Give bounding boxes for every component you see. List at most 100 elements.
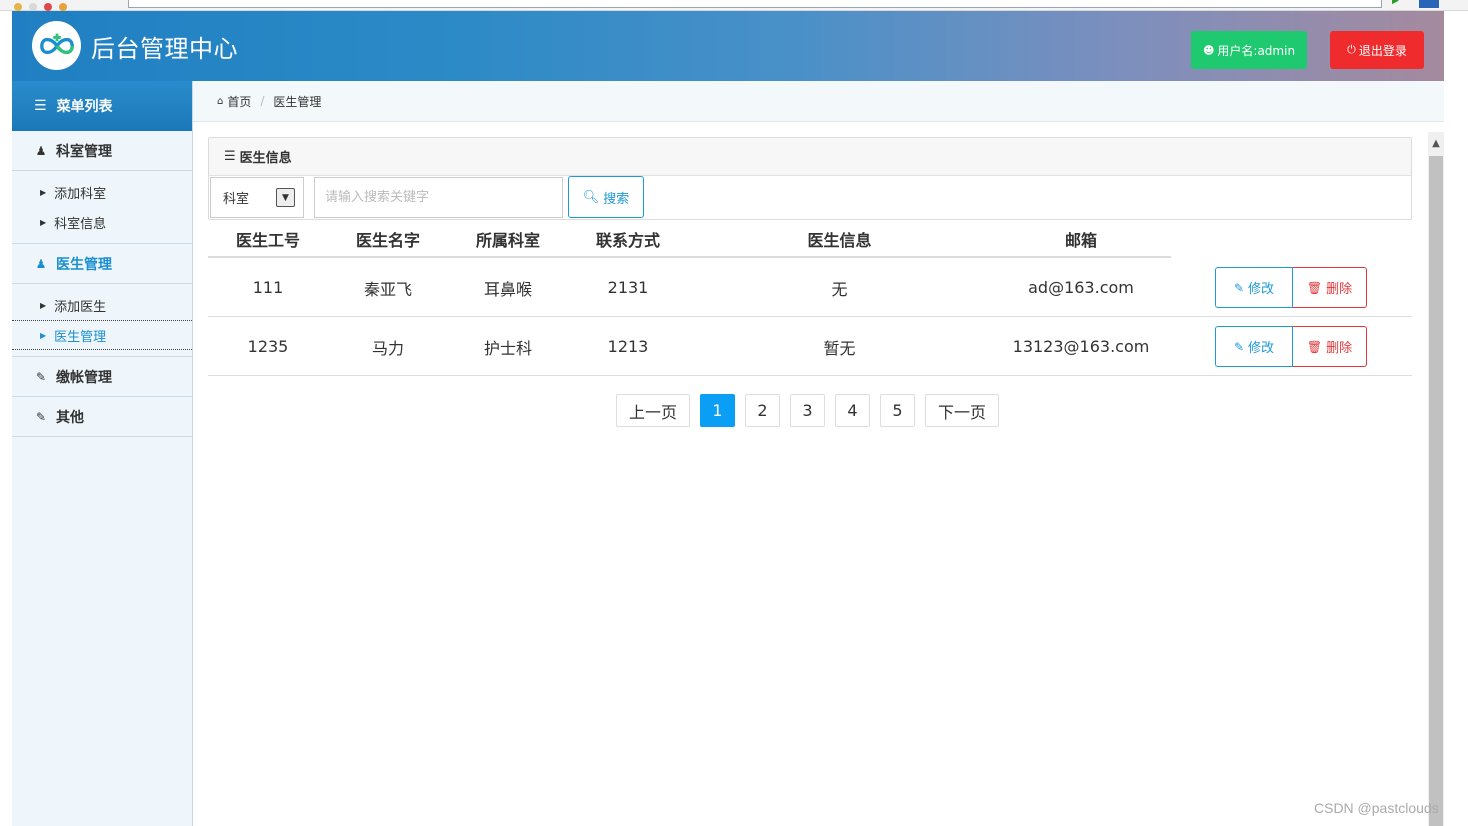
- column-header-department: 所属科室: [475, 231, 540, 250]
- pagination: 上一页 1 2 3 4 5 下一页: [616, 394, 1009, 427]
- breadcrumb-home[interactable]: 首页: [227, 93, 251, 110]
- trash-icon: 🗑︎: [1306, 339, 1323, 354]
- sidebar-item-label: 添加科室: [54, 186, 107, 202]
- page-button-2[interactable]: 2: [745, 394, 780, 427]
- row-actions: ✎ 修改 🗑︎ 删除: [1215, 267, 1367, 308]
- delete-button[interactable]: 🗑︎ 删除: [1293, 267, 1367, 308]
- search-button[interactable]: 🔍︎ 搜索: [568, 176, 644, 218]
- user-label: 用户名:admin: [1217, 43, 1296, 58]
- cell-contact: 1213: [607, 337, 649, 356]
- delete-label: 删除: [1326, 341, 1353, 356]
- user-icon: ♟: [35, 143, 47, 158]
- sidebar-group-label: 缴帐管理: [56, 369, 112, 386]
- caret-right-icon: ▶: [40, 187, 47, 197]
- sidebar-item-add-department[interactable]: ▶ 添加科室: [12, 177, 192, 207]
- column-header-id: 医生工号: [235, 231, 300, 250]
- delete-button[interactable]: 🗑︎ 删除: [1293, 326, 1367, 367]
- logout-label: 退出登录: [1358, 43, 1407, 58]
- prev-page-button[interactable]: 上一页: [616, 394, 690, 427]
- trash-icon: 🗑︎: [1306, 280, 1323, 295]
- sidebar-group-label: 科室管理: [56, 143, 112, 160]
- doctor-table: 医生工号 医生名字 所属科室 联系方式 医生信息 邮箱 111 秦亚飞 耳鼻喉 …: [208, 220, 1412, 376]
- column-header-info: 医生信息: [807, 231, 872, 250]
- scroll-up-icon[interactable]: ▲: [1428, 132, 1444, 154]
- sidebar: ☰ 菜单列表 ♟ 科室管理 ▶ 添加科室 ▶ 科室信息 ♟ 医生管理 ▶ 添加医…: [12, 81, 193, 826]
- page-button-4[interactable]: 4: [835, 394, 870, 427]
- row-actions: ✎ 修改 🗑︎ 删除: [1215, 326, 1367, 367]
- list-icon: ☰: [34, 98, 47, 114]
- edit-button[interactable]: ✎ 修改: [1215, 326, 1293, 367]
- panel-header: ☰ 医生信息: [209, 138, 1411, 176]
- table-row: 111 秦亚飞 耳鼻喉 2131 无 ad@163.com ✎ 修改 🗑︎ 删除: [208, 258, 1412, 317]
- edit-icon: ✎: [1233, 280, 1245, 295]
- cell-info: 暂无: [823, 338, 856, 358]
- list-icon: ☰: [224, 149, 236, 164]
- department-select[interactable]: 科室 ▼: [210, 177, 304, 218]
- column-header-name: 医生名字: [355, 231, 420, 250]
- go-icon[interactable]: ▶: [1392, 0, 1402, 6]
- panel-title: 医生信息: [239, 151, 292, 166]
- cell-department: 护士科: [483, 338, 532, 358]
- caret-right-icon: ▶: [40, 330, 47, 340]
- cell-name: 马力: [371, 338, 404, 358]
- infinity-plus-icon: [39, 33, 74, 54]
- home-icon: ⌂: [217, 95, 224, 107]
- page-button-3[interactable]: 3: [790, 394, 825, 427]
- edit-icon: ✎: [35, 409, 47, 424]
- sidebar-submenu-doctor: ▶ 添加医生 ▶ 医生管理: [12, 284, 192, 357]
- browser-nav-buttons: [14, 0, 104, 11]
- sidebar-item-department-info[interactable]: ▶ 科室信息: [12, 207, 192, 237]
- cell-name: 秦亚飞: [363, 279, 412, 299]
- edit-label: 修改: [1248, 341, 1275, 356]
- chevron-down-icon[interactable]: ▼: [276, 188, 295, 207]
- cell-department: 耳鼻喉: [483, 279, 532, 299]
- caret-right-icon: ▶: [40, 217, 47, 227]
- cell-id: 1235: [247, 337, 289, 356]
- user-button[interactable]: ☻ 用户名:admin: [1191, 31, 1307, 69]
- sidebar-item-label: 科室信息: [54, 216, 107, 232]
- power-icon: ⏻: [1347, 43, 1356, 56]
- sidebar-group-department[interactable]: ♟ 科室管理: [12, 131, 192, 171]
- sidebar-group-other[interactable]: ✎ 其他: [12, 397, 192, 437]
- column-header-contact: 联系方式: [595, 231, 660, 250]
- sidebar-group-label: 其他: [56, 409, 84, 426]
- user-icon: ☻: [1202, 43, 1215, 57]
- search-button-label: 搜索: [603, 191, 630, 207]
- sidebar-submenu-department: ▶ 添加科室 ▶ 科室信息: [12, 171, 192, 244]
- breadcrumb-current: 医生管理: [273, 94, 322, 109]
- search-icon: 🔍︎: [582, 189, 600, 205]
- right-edge: [1444, 11, 1468, 826]
- page-button-5[interactable]: 5: [880, 394, 915, 427]
- cell-contact: 2131: [607, 278, 649, 297]
- table-row: 1235 马力 护士科 1213 暂无 13123@163.com ✎ 修改 🗑…: [208, 317, 1412, 376]
- sidebar-item-label: 添加医生: [54, 299, 107, 315]
- edit-label: 修改: [1248, 282, 1275, 297]
- doctor-info-panel: ☰ 医生信息 科室 ▼ 🔍︎ 搜索: [208, 137, 1412, 220]
- scroll-thumb[interactable]: [1429, 156, 1443, 826]
- address-bar[interactable]: [128, 0, 1382, 8]
- sidebar-group-billing[interactable]: ✎ 缴帐管理: [12, 357, 192, 397]
- sidebar-item-doctor-management[interactable]: ▶ 医生管理: [12, 320, 192, 350]
- breadcrumb: ⌂ 首页 / 医生管理: [193, 81, 1444, 122]
- cell-info: 无: [831, 279, 848, 299]
- vertical-scrollbar[interactable]: ▲: [1428, 132, 1444, 826]
- left-edge: [0, 11, 12, 826]
- edit-button[interactable]: ✎ 修改: [1215, 267, 1293, 308]
- column-header-email: 邮箱: [1064, 231, 1097, 250]
- breadcrumb-separator: /: [260, 94, 265, 108]
- logout-button[interactable]: ⏻ 退出登录: [1330, 31, 1424, 69]
- page-button-1[interactable]: 1: [700, 394, 735, 427]
- department-select-value: 科室: [223, 192, 250, 207]
- extension-icon[interactable]: [1419, 0, 1439, 8]
- next-page-button[interactable]: 下一页: [925, 394, 999, 427]
- search-row: 科室 ▼ 🔍︎ 搜索: [209, 176, 1411, 220]
- watermark: CSDN @pastclouds: [1314, 800, 1439, 816]
- sidebar-heading: ☰ 菜单列表: [12, 81, 192, 131]
- user-icon: ♟: [35, 256, 47, 271]
- cell-email: ad@163.com: [1028, 278, 1134, 297]
- edit-icon: ✎: [35, 369, 47, 384]
- sidebar-item-add-doctor[interactable]: ▶ 添加医生: [12, 290, 192, 320]
- site-title: 后台管理中心: [91, 35, 238, 63]
- sidebar-group-doctor[interactable]: ♟ 医生管理: [12, 244, 192, 284]
- search-input[interactable]: [314, 177, 563, 218]
